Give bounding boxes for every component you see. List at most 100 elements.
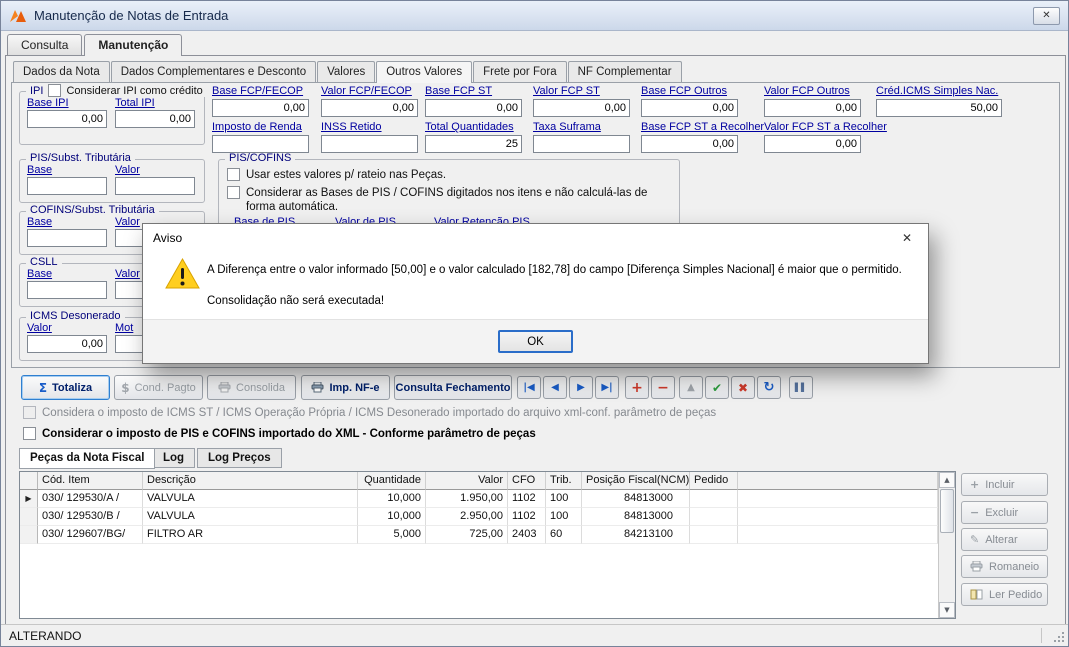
col-header-filler — [738, 472, 938, 490]
excluir-button[interactable]: − Excluir — [961, 501, 1048, 524]
scroll-down-icon[interactable]: ▼ — [939, 602, 955, 618]
base-ipi-input[interactable] — [27, 110, 107, 128]
app-window: Manutenção de Notas de Entrada ✕ Consult… — [0, 0, 1069, 647]
tab-dados-complementares[interactable]: Dados Complementares e Desconto — [110, 61, 317, 82]
base-fcp-st-recolher-input[interactable] — [641, 135, 738, 153]
imp-nfe-button[interactable]: Imp. NF-e — [301, 375, 390, 400]
post-record-icon: ✔ — [711, 380, 723, 395]
consolida-button[interactable]: Consolida — [207, 375, 296, 400]
pis-subst-valor-label: Valor — [115, 164, 140, 176]
scrollbar-thumb[interactable] — [940, 489, 954, 533]
icms-xml-label: Considera o imposto de ICMS ST / ICMS Op… — [42, 407, 717, 419]
valor-fcp-outros-label: Valor FCP Outros — [764, 85, 850, 97]
table-row[interactable]: 030/ 129530/B / VALVULA 10,000 2.950,00 … — [20, 508, 938, 526]
tab-outros-valores[interactable]: Outros Valores — [376, 61, 473, 83]
table-row[interactable]: ▶ 030/ 129530/A / VALVULA 10,000 1.950,0… — [20, 490, 938, 508]
dialog-close-button[interactable]: ✕ — [886, 224, 928, 251]
cred-icms-simples-input[interactable] — [876, 99, 1002, 117]
prior-record-button[interactable]: ◀ — [543, 376, 567, 399]
consulta-fechamento-label: Consulta Fechamento — [395, 381, 511, 394]
group-pis-subst-title: PIS/Subst. Tributária — [30, 152, 131, 164]
inss-retido-input[interactable] — [321, 135, 418, 153]
last-record-button[interactable]: ▶| — [595, 376, 619, 399]
valor-fcp-st-input[interactable] — [533, 99, 630, 117]
base-fcp-outros-input[interactable] — [641, 99, 738, 117]
next-record-button[interactable]: ▶ — [569, 376, 593, 399]
insert-record-button[interactable]: + — [625, 376, 649, 399]
ler-pedido-button[interactable]: Ler Pedido — [961, 583, 1048, 606]
alterar-button[interactable]: ✎ Alterar — [961, 528, 1048, 551]
icms-xml-checkbox[interactable] — [23, 406, 36, 419]
base-fcp-fecop-input[interactable] — [212, 99, 309, 117]
cell-quantidade: 10,000 — [358, 508, 426, 526]
vertical-scrollbar[interactable]: ▲ ▼ — [938, 472, 955, 618]
tab-consulta[interactable]: Consulta — [7, 34, 83, 55]
tab-pecas-da-nota-fiscal[interactable]: Peças da Nota Fiscal — [19, 448, 156, 469]
resize-grip[interactable] — [1053, 631, 1065, 643]
first-record-button[interactable]: |◀ — [517, 376, 541, 399]
window-close-button[interactable]: ✕ — [1033, 6, 1060, 25]
cell-cod-item: 030/ 129607/BG/ — [38, 526, 143, 544]
pis-subst-base-input[interactable] — [27, 177, 107, 195]
alterar-label: Alterar — [985, 533, 1018, 546]
pis-cofins-xml-label: Considerar o imposto de PIS e COFINS imp… — [42, 428, 536, 440]
status-text: ALTERANDO — [9, 628, 82, 643]
tab-valores[interactable]: Valores — [317, 61, 376, 82]
icms-xml-checkrow: Considera o imposto de ICMS ST / ICMS Op… — [23, 406, 783, 420]
window-title: Manutenção de Notas de Entrada — [34, 8, 229, 23]
valor-fcp-outros-input[interactable] — [764, 99, 861, 117]
pis-cofins-xml-checkbox[interactable] — [23, 427, 36, 440]
post-record-button[interactable]: ✔ — [705, 376, 729, 399]
tab-frete-por-fora[interactable]: Frete por Fora — [473, 61, 567, 82]
dialog-message-line2: Consolidação não será executada! — [207, 295, 385, 307]
cell-cod-item: 030/ 129530/A / — [38, 490, 143, 508]
cancel-record-button[interactable]: ✖ — [731, 376, 755, 399]
tab-manutencao[interactable]: Manutenção — [84, 34, 183, 56]
total-ipi-input[interactable] — [115, 110, 195, 128]
col-header-valor: Valor — [426, 472, 508, 490]
close-icon: ✕ — [1042, 10, 1051, 21]
group-pis-cofins-title: PIS/COFINS — [229, 152, 292, 164]
prior-record-icon: ◀ — [551, 382, 559, 393]
edit-record-button[interactable]: ▲ — [679, 376, 703, 399]
cond-pagto-button[interactable]: $ Cond. Pagto — [114, 375, 203, 400]
cell-ncm: 84813000 — [582, 490, 690, 508]
cell-pedido — [690, 526, 738, 544]
valor-fcp-fecop-input[interactable] — [321, 99, 418, 117]
tab-log-precos[interactable]: Log Preços — [197, 448, 282, 468]
statusbar: ALTERANDO — [1, 624, 1068, 646]
icms-desonerado-valor-input[interactable] — [27, 335, 107, 353]
cofins-subst-base-input[interactable] — [27, 229, 107, 247]
pause-button[interactable]: ▌▌ — [789, 376, 813, 399]
add-icon: + — [970, 478, 980, 491]
table-row[interactable]: 030/ 129607/BG/ FILTRO AR 5,000 725,00 2… — [20, 526, 938, 544]
base-ipi-label: Base IPI — [27, 97, 69, 109]
consulta-fechamento-button[interactable]: Consulta Fechamento — [394, 375, 512, 400]
items-grid: Cód. Item Descrição Quantidade Valor CFO… — [19, 471, 956, 619]
romaneio-button[interactable]: Romaneio — [961, 555, 1048, 578]
cell-trib: 60 — [546, 526, 582, 544]
scroll-up-icon[interactable]: ▲ — [939, 472, 955, 488]
refresh-record-button[interactable]: ↻ — [757, 376, 781, 399]
cell-ncm: 84213100 — [582, 526, 690, 544]
dialog-title: Aviso — [153, 231, 183, 245]
ipi-credit-checkbox[interactable] — [48, 84, 62, 97]
delete-record-button[interactable]: − — [651, 376, 675, 399]
valor-fcp-st-recolher-input[interactable] — [764, 135, 861, 153]
imposto-renda-input[interactable] — [212, 135, 309, 153]
base-fcp-st-input[interactable] — [425, 99, 522, 117]
tab-dados-da-nota[interactable]: Dados da Nota — [13, 61, 110, 82]
taxa-suframa-input[interactable] — [533, 135, 630, 153]
tab-nf-complementar[interactable]: NF Complementar — [567, 61, 682, 82]
total-quantidades-input[interactable] — [425, 135, 522, 153]
incluir-button[interactable]: + Incluir — [961, 473, 1048, 496]
col-header-ncm: Posição Fiscal(NCM) — [582, 472, 690, 490]
csll-base-input[interactable] — [27, 281, 107, 299]
tab-log[interactable]: Log — [152, 448, 196, 468]
ok-button[interactable]: OK — [498, 330, 573, 353]
pis-cofins-bases-checkbox[interactable] — [227, 186, 240, 199]
cell-pedido — [690, 490, 738, 508]
pis-subst-valor-input[interactable] — [115, 177, 195, 195]
pis-cofins-rateio-checkbox[interactable] — [227, 168, 240, 181]
totaliza-button[interactable]: Σ Totaliza — [21, 375, 110, 400]
